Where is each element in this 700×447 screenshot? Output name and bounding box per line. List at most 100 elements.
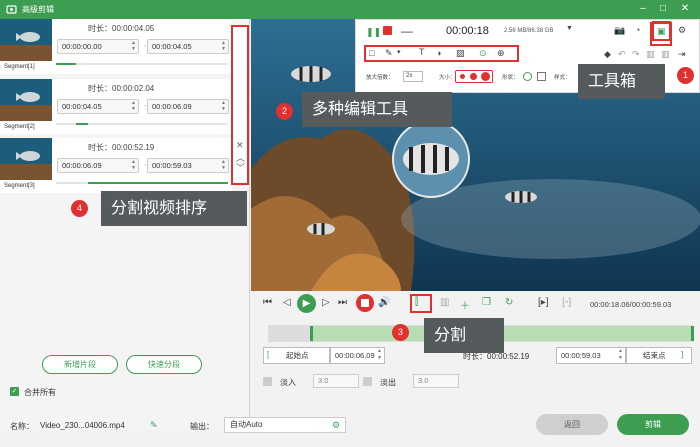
segment-thumbnail	[0, 138, 52, 180]
app-logo-icon	[6, 5, 17, 14]
camera-icon[interactable]: 📷	[614, 25, 625, 36]
merge-all-checkbox[interactable]: ✓	[10, 387, 19, 396]
segment-duration: 时长：00:00:52.19	[88, 143, 155, 152]
minimize-toolbar-icon[interactable]: —	[401, 24, 413, 38]
edit-tools-callout: 多种编辑工具	[302, 92, 452, 127]
output-path-field[interactable]: 自动Auto	[224, 417, 346, 433]
end-bracket-icon: ]	[681, 350, 684, 359]
segment-label: Segment[2]	[4, 124, 35, 130]
delete-icon[interactable]: ▥	[646, 49, 655, 60]
split-highlight	[410, 294, 432, 313]
range-separator: -	[144, 103, 147, 110]
shape-circle[interactable]	[523, 72, 532, 81]
quick-split-button[interactable]: 快速分段	[126, 355, 202, 374]
eraser-icon[interactable]: ◆	[604, 49, 611, 60]
zoom-label: 放大倍数：	[366, 75, 394, 81]
back-button[interactable]: 返回	[536, 414, 608, 435]
trim-duration: 时长：00:00:52.19	[463, 352, 530, 361]
move-down-icon[interactable]: ﹀	[236, 161, 245, 174]
mark-in-icon[interactable]: [▸]	[538, 297, 549, 308]
magnifier-tool-icon[interactable]: ⊙	[479, 48, 487, 59]
segment-start-time[interactable]: 00:00:00.00 ▲ ▼	[57, 39, 139, 54]
set-start-button[interactable]: 起始点	[263, 347, 330, 364]
segment-start-time[interactable]: 00:00:04.05 ▲ ▼	[57, 99, 139, 114]
pen-dropdown-icon[interactable]: ▾	[397, 48, 401, 56]
pause-icon[interactable]: ❚❚	[366, 27, 381, 38]
segment-item[interactable]: Segment[2] 时长：00:00:02.04 00:00:04.05 ▲ ▼ …	[0, 79, 232, 134]
volume-icon[interactable]: 🔊	[378, 297, 390, 308]
start-bracket-icon: [	[267, 350, 270, 359]
settings-gear-icon[interactable]: ⚙	[678, 25, 686, 36]
highlight-tool-icon[interactable]: ◑	[436, 48, 441, 58]
segment-start-time[interactable]: 00:00:06.09 ▲ ▼	[57, 158, 139, 173]
disk-dropdown-icon[interactable]: ▼	[566, 25, 573, 32]
reset-icon[interactable]: ↻	[505, 297, 513, 308]
range-separator: -	[144, 43, 147, 50]
fade-in-checkbox[interactable]	[263, 377, 272, 386]
undo-icon[interactable]: ↶	[618, 49, 626, 60]
mark-out-icon[interactable]: [▫]	[562, 297, 571, 308]
badge-3: 3	[392, 324, 409, 341]
text-tool-icon[interactable]: T	[419, 47, 425, 57]
record-time: 00:00:18	[446, 25, 489, 37]
go-to-start-icon[interactable]: ⏮	[263, 297, 272, 308]
zoom-select[interactable]: 2x	[403, 71, 423, 82]
fade-in-value[interactable]: 3.0	[313, 374, 359, 388]
trash-icon[interactable]: ▥	[661, 49, 670, 60]
range-separator: -	[144, 162, 147, 169]
segment-item[interactable]: Segment[1] 时长：00:00:04.05 00:00:00.00 ▲ ▼ …	[0, 19, 232, 74]
spotlight-tool-icon[interactable]: ⊕	[497, 48, 505, 59]
badge-4: 4	[71, 200, 88, 217]
segment-item[interactable]: Segment[3] 时长：00:00:52.19 00:00:06.09 ▲ ▼ …	[0, 138, 232, 193]
segment-label: Segment[1]	[4, 64, 35, 70]
edit-button[interactable]: 剪辑	[617, 414, 689, 435]
file-name: Video_230...04006.mp4	[40, 421, 125, 430]
start-time-field[interactable]: 00:00:06.09 ▲ ▼	[330, 347, 385, 364]
redo-icon[interactable]: ↷	[632, 49, 640, 60]
close-button[interactable]: ✕	[678, 2, 692, 16]
segment-progress	[56, 63, 228, 65]
previous-frame-icon[interactable]: ◁	[283, 297, 291, 308]
shape-square[interactable]	[537, 72, 546, 81]
segment-label: Segment[3]	[4, 183, 35, 189]
copy-clip-icon[interactable]: ❐	[482, 297, 491, 308]
fade-out-checkbox[interactable]	[363, 377, 372, 386]
segment-sort-controls: ✕ ︿ ﹀	[231, 25, 249, 185]
go-to-end-icon[interactable]: ⏭	[338, 297, 347, 308]
segment-thumbnail	[0, 19, 52, 61]
rectangle-tool-icon[interactable]: □	[369, 48, 374, 58]
size-medium-dot[interactable]	[470, 73, 477, 80]
end-time-field[interactable]: 00:00:59.03 ▲ ▼	[556, 347, 626, 364]
next-frame-icon[interactable]: ▷	[322, 297, 330, 308]
badge-2: 2	[276, 103, 293, 120]
fade-out-value[interactable]: 3.0	[413, 374, 459, 388]
split-callout: 分割	[424, 318, 504, 353]
exit-icon[interactable]: ⇥	[678, 49, 686, 60]
merge-all-label: 合并所有	[24, 388, 56, 397]
edit-name-icon[interactable]: ✎	[150, 420, 158, 431]
toolbox-callout: 工具箱	[578, 64, 665, 99]
size-large-dot[interactable]	[481, 72, 490, 81]
delete-clip-icon[interactable]: ▥	[440, 297, 449, 308]
clock-icon[interactable]: ◔	[635, 25, 640, 35]
segment-duration: 时长：00:00:04.05	[88, 24, 155, 33]
output-settings-icon[interactable]: ⚙	[332, 420, 340, 431]
add-clip-icon[interactable]: ＋	[460, 297, 470, 312]
maximize-button[interactable]: □	[656, 2, 670, 16]
segment-end-time[interactable]: 00:00:06.09 ▲ ▼	[147, 99, 229, 114]
add-segment-button[interactable]: 新增片段	[42, 355, 118, 374]
minimize-button[interactable]: –	[636, 2, 650, 16]
pen-tool-icon[interactable]: ✎	[385, 48, 393, 59]
delete-segment-icon[interactable]: ✕	[236, 140, 244, 151]
image-tool-icon[interactable]: ▨	[456, 48, 465, 59]
window-title: 高级剪辑	[22, 5, 54, 14]
style-label: 样式：	[554, 75, 571, 81]
play-button[interactable]: ▶	[297, 294, 316, 313]
shape-label: 形状：	[502, 75, 519, 81]
split-icon[interactable]: ⫿	[415, 297, 418, 308]
segment-end-time[interactable]: 00:00:04.05 ▲ ▼	[147, 39, 229, 54]
segment-end-time[interactable]: 00:00:59.03 ▲ ▼	[147, 158, 229, 173]
stop-record-icon[interactable]	[383, 26, 392, 35]
segment-thumbnail	[0, 79, 52, 121]
size-small-dot[interactable]	[460, 74, 465, 79]
